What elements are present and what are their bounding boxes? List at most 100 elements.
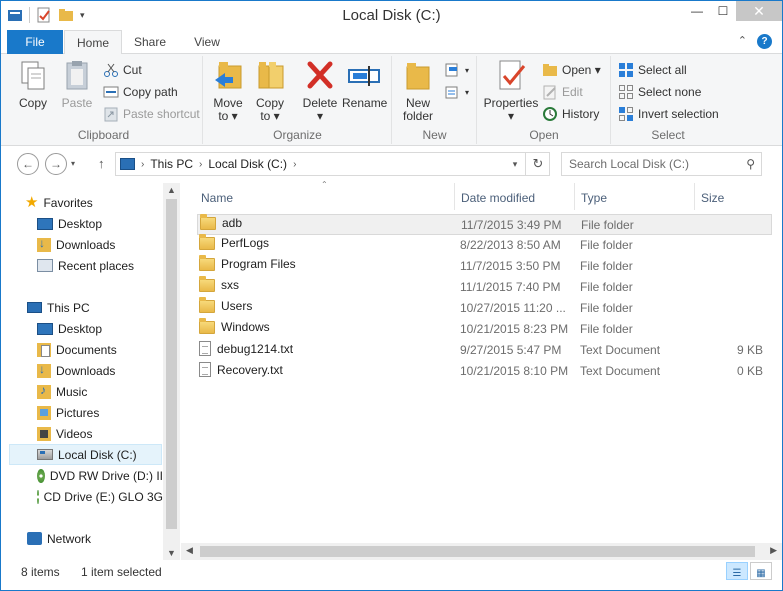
- breadcrumb-chevron-icon[interactable]: ›: [141, 159, 144, 170]
- scroll-right-arrow-icon[interactable]: ▶: [770, 545, 777, 556]
- move-to-button[interactable]: Move to ▾: [208, 58, 248, 123]
- search-icon[interactable]: ⚲: [746, 157, 755, 171]
- details-view-button[interactable]: ☰: [726, 562, 748, 580]
- recent-locations-dropdown-icon[interactable]: ▾: [71, 159, 75, 168]
- nav-pc-cd-drive[interactable]: CD Drive (E:) GLO 3G: [37, 486, 163, 507]
- table-row[interactable]: adb 11/7/2015 3:49 PM File folder: [197, 213, 772, 235]
- history-button[interactable]: History: [542, 106, 599, 122]
- file-name-cell: Users: [199, 296, 252, 313]
- clipboard-group: Copy Paste Cut Copy path Paste shortcut …: [5, 56, 203, 144]
- large-icons-view-button[interactable]: ▦: [750, 562, 772, 580]
- refresh-icon: ↻: [532, 156, 544, 171]
- horizontal-scroll-thumb[interactable]: [200, 546, 755, 557]
- minimize-button[interactable]: —: [684, 1, 710, 21]
- table-row[interactable]: Recovery.txt 10/21/2015 8:10 PM Text Docum…: [197, 361, 772, 382]
- nav-network[interactable]: Network: [27, 528, 91, 549]
- nav-pc-dvd-drive[interactable]: DVD RW Drive (D:) II: [37, 465, 163, 486]
- table-row[interactable]: Users 10/27/2015 11:20 ... File folder: [197, 296, 772, 319]
- forward-button[interactable]: →: [45, 153, 67, 175]
- clipboard-group-label: Clipboard: [77, 128, 130, 142]
- back-button[interactable]: ←: [17, 153, 39, 175]
- copy-path-button[interactable]: Copy path: [103, 84, 178, 100]
- easy-access-button[interactable]: ▾: [445, 84, 469, 100]
- new-item-button[interactable]: ▾: [445, 62, 469, 78]
- file-list: ⌃ Name Date modified Type Size adb 11/7/2…: [191, 180, 772, 543]
- nav-pc-desktop[interactable]: Desktop: [37, 318, 102, 339]
- tab-share[interactable]: Share: [124, 30, 176, 54]
- new-folder-button[interactable]: New folder: [397, 58, 439, 123]
- copy-icon: [16, 58, 50, 94]
- tab-view[interactable]: View: [181, 30, 233, 54]
- ribbon-collapse-icon[interactable]: ⌃: [738, 34, 747, 49]
- forward-arrow-icon: →: [50, 157, 62, 171]
- table-row[interactable]: PerfLogs 8/22/2013 8:50 AM File folder: [197, 233, 772, 256]
- nav-fav-desktop[interactable]: Desktop: [37, 213, 102, 234]
- hard-drive-icon: [37, 449, 53, 460]
- folder-icon: [199, 275, 215, 292]
- breadcrumb-local-disk[interactable]: Local Disk (C:): [208, 157, 287, 171]
- invert-selection-button[interactable]: Invert selection: [618, 106, 719, 122]
- scroll-left-arrow-icon[interactable]: ◀: [186, 545, 193, 556]
- column-header-size[interactable]: Size: [701, 186, 724, 210]
- up-arrow-icon[interactable]: ↑: [98, 156, 105, 171]
- table-row[interactable]: Program Files 11/7/2015 3:50 PM File folde…: [197, 254, 772, 277]
- edit-button[interactable]: Edit: [542, 84, 583, 100]
- properties-icon: [494, 58, 528, 94]
- refresh-button[interactable]: ↻: [525, 152, 550, 176]
- delete-button[interactable]: Delete ▾: [300, 58, 340, 123]
- nav-this-pc[interactable]: This PC: [27, 297, 90, 318]
- nav-pane-scroll-thumb[interactable]: [166, 199, 177, 529]
- properties-button[interactable]: Properties ▾: [480, 58, 542, 123]
- copy-button[interactable]: Copy: [13, 58, 53, 110]
- maximize-button[interactable]: ☐: [710, 1, 736, 21]
- nav-pc-documents[interactable]: Documents: [37, 339, 117, 360]
- paste-shortcut-button[interactable]: Paste shortcut: [103, 106, 200, 122]
- column-separator[interactable]: [694, 183, 695, 210]
- paste-icon: [60, 58, 94, 94]
- breadcrumb-this-pc[interactable]: This PC: [150, 157, 193, 171]
- file-list-horizontal-scrollbar[interactable]: ◀ ▶: [181, 543, 782, 560]
- file-type: File folder: [581, 218, 634, 232]
- nav-favorites[interactable]: ★ Favorites: [25, 192, 93, 213]
- open-button[interactable]: Open ▾: [542, 62, 601, 78]
- scroll-down-arrow-icon[interactable]: ▼: [167, 548, 176, 558]
- select-all-button[interactable]: Select all: [618, 62, 687, 78]
- column-separator[interactable]: [454, 183, 455, 210]
- cut-button[interactable]: Cut: [103, 62, 142, 78]
- column-header-name[interactable]: Name: [201, 186, 233, 210]
- table-row[interactable]: sxs 11/1/2015 7:40 PM File folder: [197, 275, 772, 298]
- window-title: Local Disk (C:): [342, 7, 441, 24]
- search-box[interactable]: Search Local Disk (C:) ⚲: [561, 152, 762, 176]
- address-history-dropdown-icon[interactable]: ▾: [506, 152, 524, 176]
- breadcrumb-chevron-icon[interactable]: ›: [293, 159, 296, 170]
- nav-pc-downloads[interactable]: Downloads: [37, 360, 115, 381]
- nav-pane-scrollbar[interactable]: ▲ ▼: [163, 183, 180, 560]
- select-none-button[interactable]: Select none: [618, 84, 701, 100]
- help-icon[interactable]: ?: [757, 34, 772, 49]
- paste-button[interactable]: Paste: [57, 58, 97, 110]
- nav-fav-recent-places[interactable]: Recent places: [37, 255, 134, 276]
- nav-pc-videos[interactable]: Videos: [37, 423, 92, 444]
- column-header-date[interactable]: Date modified: [461, 186, 535, 210]
- address-bar[interactable]: › This PC › Local Disk (C:) ›: [115, 152, 550, 176]
- column-separator[interactable]: [574, 183, 575, 210]
- nav-fav-downloads[interactable]: Downloads: [37, 234, 115, 255]
- nav-pc-pictures[interactable]: Pictures: [37, 402, 99, 423]
- copy-path-label: Copy path: [123, 85, 178, 99]
- ribbon: Copy Paste Cut Copy path Paste shortcut …: [1, 54, 782, 146]
- nav-pc-music[interactable]: Music: [37, 381, 87, 402]
- nav-pc-local-disk[interactable]: Local Disk (C:): [9, 444, 162, 465]
- close-button[interactable]: ✕: [736, 1, 782, 21]
- column-header-type[interactable]: Type: [581, 186, 607, 210]
- tab-home[interactable]: Home: [64, 30, 122, 55]
- table-row[interactable]: Windows 10/21/2015 8:23 PM File folder: [197, 317, 772, 340]
- folder-icon: [200, 213, 216, 230]
- table-row[interactable]: debug1214.txt 9/27/2015 5:47 PM Text Docum…: [197, 340, 772, 361]
- open-group: Properties ▾ Open ▾ Edit History Open: [478, 56, 611, 144]
- copy-to-button[interactable]: Copy to ▾: [250, 58, 290, 123]
- file-date: 11/1/2015 7:40 PM: [460, 280, 561, 294]
- tab-file[interactable]: File: [7, 30, 63, 54]
- breadcrumb-chevron-icon[interactable]: ›: [199, 159, 202, 170]
- rename-button[interactable]: Rename: [342, 58, 387, 110]
- scroll-up-arrow-icon[interactable]: ▲: [167, 185, 176, 195]
